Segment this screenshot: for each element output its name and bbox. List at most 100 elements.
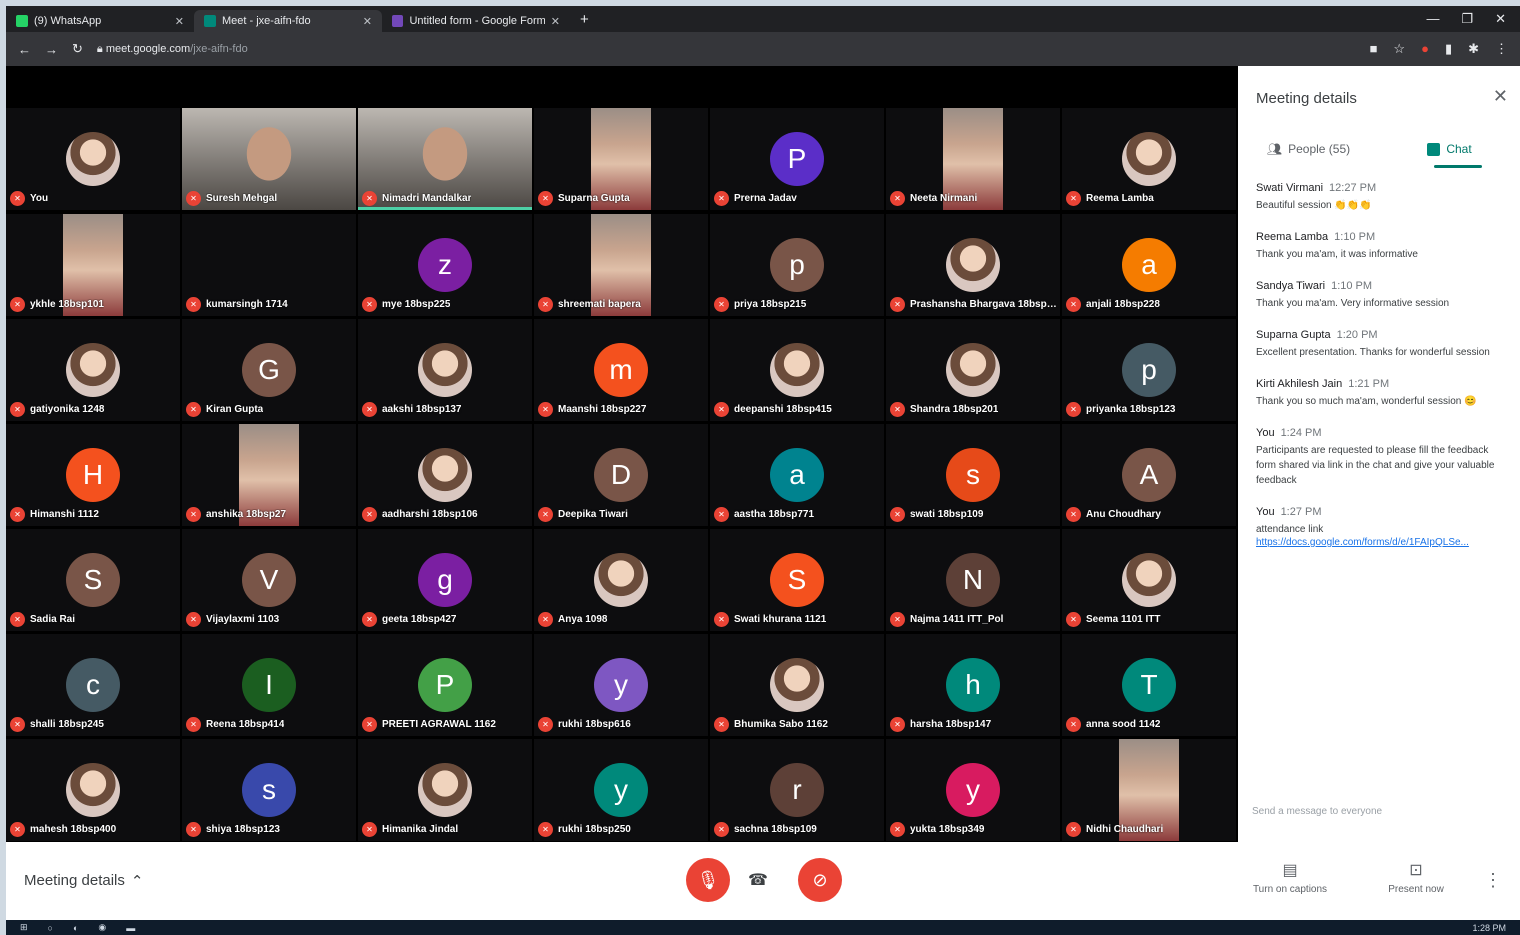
captions-button[interactable]: ▤ Turn on captions	[1240, 860, 1340, 895]
participant-tile[interactable]: ✕ Nidhi Chaudhari	[1062, 739, 1236, 841]
participant-tile[interactable]: ✕ Reema Lamba	[1062, 108, 1236, 210]
participant-tile[interactable]: s ✕ shiya 18bsp123	[182, 739, 356, 841]
chrome-icon[interactable]: ◉	[98, 922, 106, 933]
participant-tile[interactable]: ✕ deepanshi 18bsp415	[710, 319, 884, 421]
participant-tile[interactable]: ✕ ykhle 18bsp101	[6, 214, 180, 316]
menu-icon[interactable]: ⋮	[1495, 41, 1508, 57]
participant-tile[interactable]: p ✕ priyanka 18bsp123	[1062, 319, 1236, 421]
tab-title: (9) WhatsApp	[34, 15, 102, 27]
browser-tab[interactable]: Meet - jxe-aifn-fdo ✕	[194, 10, 382, 32]
participant-tile[interactable]: ✕ kumarsingh 1714	[182, 214, 356, 316]
mic-off-button[interactable]: 🎙︎	[686, 858, 730, 902]
participant-tile[interactable]: ✕ Himanika Jindal	[358, 739, 532, 841]
reload-icon[interactable]: ↻	[72, 41, 83, 57]
participant-tile[interactable]: ✕ aadharshi 18bsp106	[358, 424, 532, 526]
forward-icon[interactable]: →	[45, 42, 58, 57]
present-button[interactable]: ⊡ Present now	[1366, 860, 1466, 895]
chat-sender: Kirti Akhilesh Jain	[1256, 378, 1343, 390]
tab-chat[interactable]: Chat	[1379, 130, 1520, 168]
participant-tile[interactable]: z ✕ mye 18bsp225	[358, 214, 532, 316]
participant-tile[interactable]: a ✕ anjali 18bsp228	[1062, 214, 1236, 316]
participant-tile[interactable]: g ✕ geeta 18bsp427	[358, 529, 532, 631]
participant-tile[interactable]: D ✕ Deepika Tiwari	[534, 424, 708, 526]
participant-tile[interactable]: ✕ Nimadri Mandalkar	[358, 108, 532, 210]
record-icon[interactable]: ●	[1421, 41, 1429, 57]
participant-tile[interactable]: s ✕ swati 18bsp109	[886, 424, 1060, 526]
extensions-icon[interactable]: ✱	[1468, 41, 1479, 57]
camera-icon[interactable]: ■	[1370, 41, 1378, 57]
camera-off-button[interactable]: ⊘	[798, 858, 842, 902]
close-panel-icon[interactable]: ✕	[1493, 86, 1508, 107]
participant-tile[interactable]: G ✕ Kiran Gupta	[182, 319, 356, 421]
new-tab-button[interactable]: +	[570, 11, 599, 28]
close-window-icon[interactable]: ✕	[1495, 11, 1506, 27]
edge-icon[interactable]: ◐	[73, 923, 78, 933]
participant-tile[interactable]: ✕ Suparna Gupta	[534, 108, 708, 210]
meeting-details-button[interactable]: Meeting details ⌃	[24, 872, 143, 890]
participant-tile[interactable]: y ✕ yukta 18bsp349	[886, 739, 1060, 841]
url-field[interactable]: 🔒︎ meet.google.com/jxe-aifn-fdo	[97, 43, 248, 56]
participant-tile[interactable]: y ✕ rukhi 18bsp616	[534, 634, 708, 736]
chat-body: Thank you so much ma'am, wonderful sessi…	[1256, 396, 1477, 407]
participant-tile[interactable]: ✕ aakshi 18bsp137	[358, 319, 532, 421]
maximize-icon[interactable]: ❐	[1461, 11, 1473, 27]
participant-tile[interactable]: ✕ You	[6, 108, 180, 210]
close-tab-icon[interactable]: ✕	[175, 15, 184, 28]
browser-tab[interactable]: (9) WhatsApp ✕	[6, 10, 194, 32]
hang-up-button[interactable]: ☎︎	[748, 870, 768, 890]
search-icon[interactable]: ○	[48, 923, 53, 933]
participant-tile[interactable]: r ✕ sachna 18bsp109	[710, 739, 884, 841]
people-icon: 👥︎	[1266, 142, 1283, 156]
participant-tile[interactable]: ✕ gatiyonika 1248	[6, 319, 180, 421]
participant-tile[interactable]: ✕ Bhumika Sabo 1162	[710, 634, 884, 736]
participant-tile[interactable]: H ✕ Himanshi 1112	[6, 424, 180, 526]
participant-tile[interactable]: ✕ Anya 1098	[534, 529, 708, 631]
participant-tile[interactable]: S ✕ Swati khurana 1121	[710, 529, 884, 631]
participant-tile[interactable]: m ✕ Maanshi 18bsp227	[534, 319, 708, 421]
participant-tile[interactable]: I ✕ Reena 18bsp414	[182, 634, 356, 736]
chat-message-header: Sandya Tiwari 1:10 PM	[1256, 280, 1506, 292]
participant-tile[interactable]: ✕ Prashansha Bhargava 18bsp145	[886, 214, 1060, 316]
participant-tile[interactable]: ✕ Seema 1101 ITT	[1062, 529, 1236, 631]
participant-tile[interactable]: A ✕ Anu Choudhary	[1062, 424, 1236, 526]
participant-tile[interactable]: P ✕ Prerna Jadav	[710, 108, 884, 210]
chat-compose-input[interactable]: Send a message to everyone	[1252, 806, 1382, 817]
participant-tile[interactable]: P ✕ PREETI AGRAWAL 1162	[358, 634, 532, 736]
participant-nametag: ✕ Reema Lamba	[1066, 191, 1154, 206]
participant-tile[interactable]: ✕ Shandra 18bsp201	[886, 319, 1060, 421]
participant-tile[interactable]: ✕ Suresh Mehgal	[182, 108, 356, 210]
minimize-icon[interactable]: —	[1426, 11, 1439, 27]
close-tab-icon[interactable]: ✕	[363, 15, 372, 28]
back-icon[interactable]: ←	[18, 42, 31, 57]
avatar: m	[594, 343, 648, 397]
participant-tile[interactable]: a ✕ aastha 18bsp771	[710, 424, 884, 526]
participant-tile[interactable]: y ✕ rukhi 18bsp250	[534, 739, 708, 841]
star-icon[interactable]: ☆	[1393, 41, 1405, 57]
participant-nametag: ✕ Seema 1101 ITT	[1066, 612, 1161, 627]
os-taskbar: ⊞ ○ ◐ ◉ ▬ 1:28 PM	[6, 920, 1520, 935]
close-tab-icon[interactable]: ✕	[551, 15, 560, 28]
muted-mic-icon: ✕	[714, 717, 729, 732]
participant-tile[interactable]: c ✕ shalli 18bsp245	[6, 634, 180, 736]
participant-tile[interactable]: ✕ Neeta Nirmani	[886, 108, 1060, 210]
avatar: p	[770, 238, 824, 292]
participant-tile[interactable]: ✕ anshika 18bsp27	[182, 424, 356, 526]
folder-icon[interactable]: ▬	[126, 923, 135, 933]
participant-tile[interactable]: h ✕ harsha 18bsp147	[886, 634, 1060, 736]
participant-tile[interactable]: T ✕ anna sood 1142	[1062, 634, 1236, 736]
muted-mic-icon: ✕	[1066, 191, 1081, 206]
participant-tile[interactable]: S ✕ Sadia Rai	[6, 529, 180, 631]
participant-tile[interactable]: V ✕ Vijaylaxmi 1103	[182, 529, 356, 631]
chat-link[interactable]: https://docs.google.com/forms/d/e/1FAIpQ…	[1256, 537, 1506, 548]
bookmark-icon[interactable]: ▮	[1445, 41, 1452, 57]
participant-nametag: ✕ Prerna Jadav	[714, 191, 797, 206]
more-options-icon[interactable]: ⋮	[1484, 870, 1502, 891]
participant-tile[interactable]: N ✕ Najma 1411 ITT_Pol	[886, 529, 1060, 631]
participant-tile[interactable]: p ✕ priya 18bsp215	[710, 214, 884, 316]
participant-tile[interactable]: ✕ shreemati bapera	[534, 214, 708, 316]
avatar: N	[946, 553, 1000, 607]
tab-people[interactable]: 👥︎ People (55)	[1238, 130, 1379, 168]
participant-tile[interactable]: ✕ mahesh 18bsp400	[6, 739, 180, 841]
browser-tab[interactable]: Untitled form - Google Forms ✕	[382, 10, 570, 32]
windows-start-icon[interactable]: ⊞	[20, 922, 28, 933]
